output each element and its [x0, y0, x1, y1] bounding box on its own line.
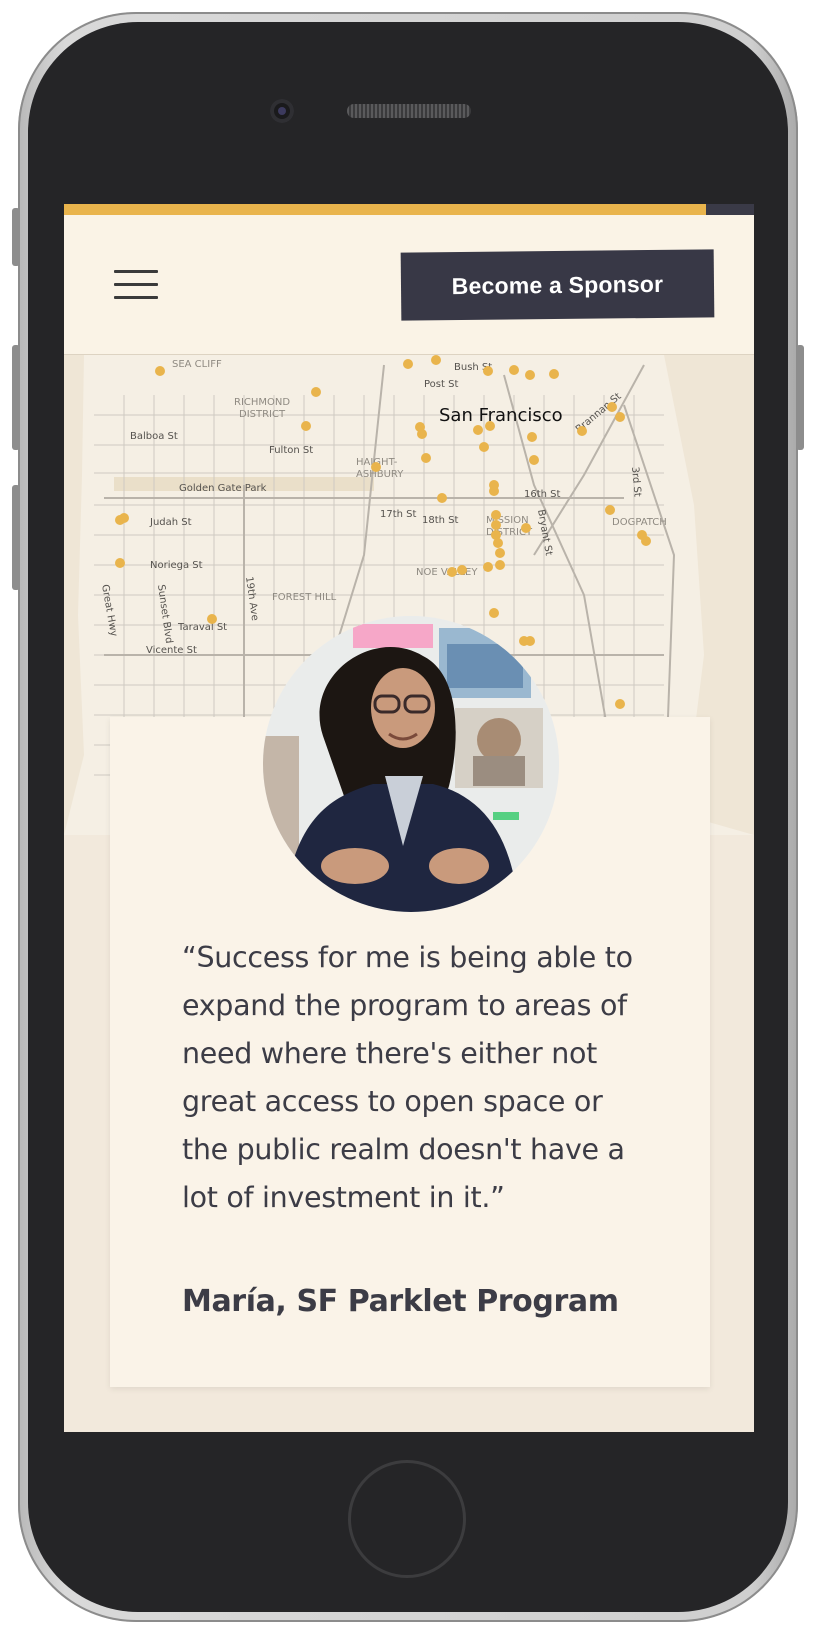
street-label: 16th St — [524, 489, 561, 500]
parklet-marker[interactable] — [605, 505, 615, 515]
home-button[interactable] — [348, 1460, 466, 1578]
parklet-marker[interactable] — [417, 429, 427, 439]
map-label-dogpatch: DOGPATCH — [612, 517, 667, 528]
map-label-ashbury: ASHBURY — [356, 469, 404, 480]
parklet-marker[interactable] — [491, 520, 501, 530]
map-city-label: San Francisco — [439, 405, 563, 426]
testimonial-portrait — [263, 616, 559, 912]
street-label: Noriega St — [150, 560, 203, 571]
parklet-marker[interactable] — [207, 614, 217, 624]
parklet-marker[interactable] — [371, 462, 381, 472]
parklet-marker[interactable] — [483, 562, 493, 572]
parklet-marker[interactable] — [473, 425, 483, 435]
parklet-marker[interactable] — [493, 538, 503, 548]
street-label: Taraval St — [177, 622, 227, 633]
street-label: Golden Gate Park — [179, 483, 267, 494]
front-camera — [270, 99, 294, 123]
map-label-forest-hill: FOREST HILL — [272, 592, 337, 603]
parklet-marker[interactable] — [549, 369, 559, 379]
parklet-marker[interactable] — [421, 453, 431, 463]
site-header: Become a Sponsor — [64, 215, 754, 355]
street-label: 18th St — [422, 515, 459, 526]
map-label-sea-cliff: SEA CLIFF — [172, 359, 222, 370]
phone-screen: Become a Sponsor SEA CLIFF RICHMOND DIST… — [64, 204, 754, 1432]
parklet-marker[interactable] — [527, 432, 537, 442]
parklet-marker[interactable] — [447, 567, 457, 577]
street-label: Post St — [424, 379, 458, 390]
parklet-marker[interactable] — [641, 536, 651, 546]
parklet-marker[interactable] — [521, 523, 531, 533]
parklet-marker[interactable] — [485, 421, 495, 431]
parklet-marker[interactable] — [491, 510, 501, 520]
street-label: Fulton St — [269, 445, 313, 456]
parklet-marker[interactable] — [403, 359, 413, 369]
parklet-marker[interactable] — [489, 608, 499, 618]
testimonial-attribution: María, SF Parklet Program — [182, 1284, 619, 1319]
parklet-marker[interactable] — [115, 558, 125, 568]
parklet-marker[interactable] — [615, 699, 625, 709]
volume-up-button — [12, 345, 20, 450]
hamburger-menu-icon[interactable] — [114, 270, 158, 300]
parklet-marker[interactable] — [311, 387, 321, 397]
reading-progress-bar — [64, 204, 754, 215]
volume-down-button — [12, 485, 20, 590]
parklet-marker[interactable] — [301, 421, 311, 431]
mute-switch — [12, 208, 20, 266]
street-label: Balboa St — [130, 431, 178, 442]
street-label: 17th St — [380, 509, 417, 520]
parklet-marker[interactable] — [495, 548, 505, 558]
parklet-marker[interactable] — [457, 565, 467, 575]
parklet-marker[interactable] — [509, 365, 519, 375]
become-sponsor-button[interactable]: Become a Sponsor — [400, 249, 715, 321]
street-label: Judah St — [149, 517, 192, 528]
earpiece-speaker — [347, 104, 471, 118]
testimonial-quote: “Success for me is being able to expand … — [182, 941, 633, 1214]
parklet-marker[interactable] — [431, 355, 441, 365]
parklet-marker[interactable] — [483, 366, 493, 376]
parklet-marker[interactable] — [615, 412, 625, 422]
parklet-marker[interactable] — [525, 636, 535, 646]
map-label-richmond: RICHMOND — [234, 397, 290, 408]
parklet-marker[interactable] — [479, 442, 489, 452]
parklet-marker[interactable] — [119, 513, 129, 523]
parklet-marker[interactable] — [607, 402, 617, 412]
street-label: Vicente St — [146, 645, 197, 656]
parklet-marker[interactable] — [577, 426, 587, 436]
reading-progress-fill — [64, 204, 706, 215]
power-button — [796, 345, 804, 450]
parklet-marker[interactable] — [155, 366, 165, 376]
parklet-marker[interactable] — [489, 486, 499, 496]
parklet-marker[interactable] — [529, 455, 539, 465]
parklet-marker[interactable] — [437, 493, 447, 503]
map-label-district-1: DISTRICT — [239, 409, 286, 420]
parklet-marker[interactable] — [495, 560, 505, 570]
parklet-marker[interactable] — [525, 370, 535, 380]
